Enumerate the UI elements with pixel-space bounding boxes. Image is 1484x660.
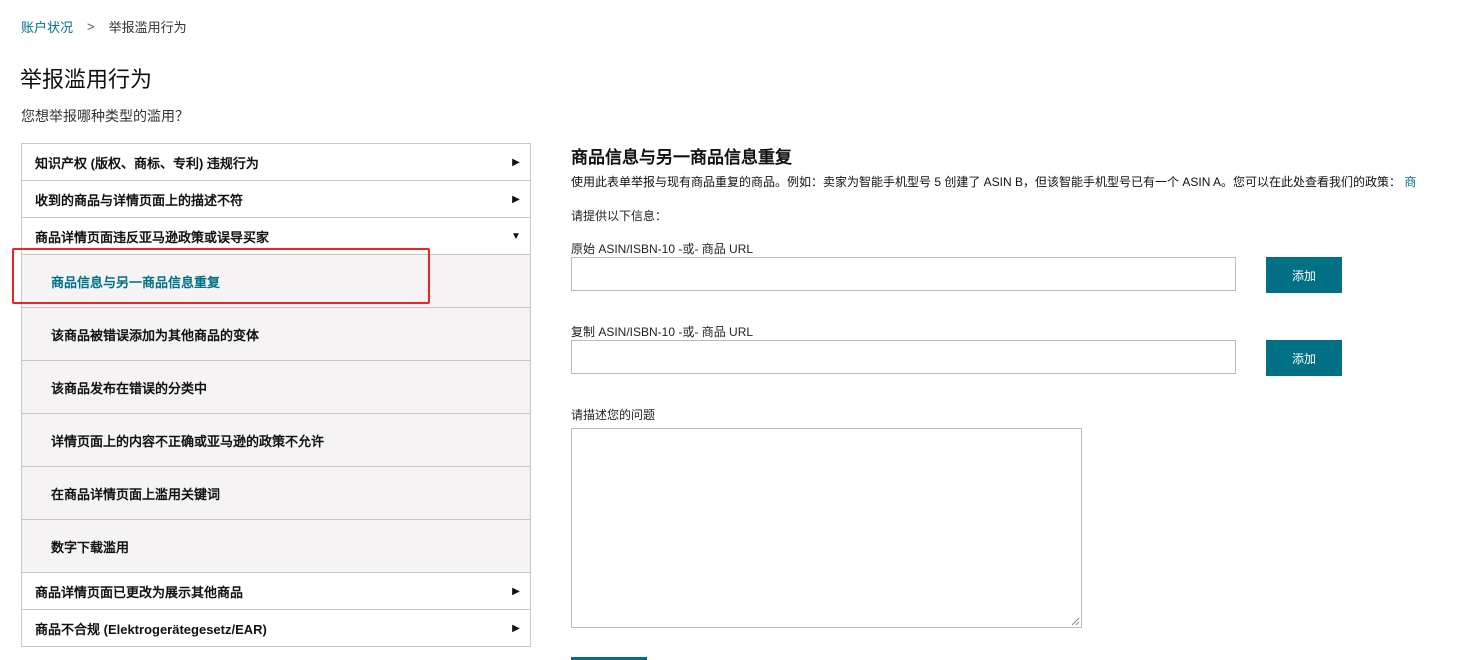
issue-description-label: 请描述您的问题 (571, 408, 656, 422)
menu-item-detail-page-policy[interactable]: 商品详情页面违反亚马逊政策或误导买家 ▼ (22, 218, 530, 255)
form-description-text: 使用此表单举报与现有商品重复的商品。例如：卖家为智能手机型号 5 创建了 ASI… (571, 175, 1402, 189)
menu-item-label: 知识产权 (版权、商标、专利) 违规行为 (35, 155, 259, 171)
expand-right-icon: ▶ (512, 585, 520, 597)
menu-item-page-changed[interactable]: 商品详情页面已更改为展示其他商品 ▶ (22, 573, 530, 610)
policy-link[interactable]: 商 (1404, 175, 1416, 189)
sub-item-incorrect-content[interactable]: 详情页面上的内容不正确或亚马逊的政策不允许 (22, 414, 530, 467)
resize-grip-icon[interactable] (1071, 617, 1080, 626)
menu-item-label: 商品详情页面违反亚马逊政策或误导买家 (35, 229, 270, 245)
menu-item-label: 商品不合规 (Elektrogerätegesetz/EAR) (35, 621, 267, 637)
breadcrumb-separator: > (87, 19, 95, 34)
menu-item-not-as-described[interactable]: 收到的商品与详情页面上的描述不符 ▶ (22, 181, 530, 218)
sub-item-digital-download-abuse[interactable]: 数字下载滥用 (22, 520, 530, 573)
issue-description-textarea[interactable] (571, 428, 1082, 628)
abuse-type-menu: 知识产权 (版权、商标、专利) 违规行为 ▶ 收到的商品与详情页面上的描述不符 … (21, 143, 531, 647)
menu-item-label: 收到的商品与详情页面上的描述不符 (35, 192, 244, 208)
menu-item-label: 商品详情页面已更改为展示其他商品 (35, 584, 244, 600)
add-duplicate-button[interactable]: 添加 (1266, 340, 1342, 376)
breadcrumb: 账户状况 > 举报滥用行为 (21, 17, 187, 36)
page-title: 举报滥用行为 (20, 67, 153, 92)
expand-right-icon: ▶ (512, 622, 520, 634)
page-subtitle: 您想举报哪种类型的滥用？ (21, 108, 189, 124)
form-prompt: 请提供以下信息： (571, 209, 668, 223)
breadcrumb-current: 举报滥用行为 (108, 20, 187, 35)
sub-item-duplicate-listing[interactable]: 商品信息与另一商品信息重复 (22, 255, 530, 308)
original-asin-input[interactable] (571, 257, 1236, 291)
duplicate-asin-input[interactable] (571, 340, 1236, 374)
form-title: 商品信息与另一商品信息重复 (571, 148, 792, 167)
add-original-button[interactable]: 添加 (1266, 257, 1342, 293)
original-asin-label: 原始 ASIN/ISBN-10 -或- 商品 URL (571, 242, 754, 256)
sub-item-wrong-category[interactable]: 该商品发布在错误的分类中 (22, 361, 530, 414)
duplicate-asin-label: 复制 ASIN/ISBN-10 -或- 商品 URL (571, 325, 754, 339)
sub-item-wrong-variation[interactable]: 该商品被错误添加为其他商品的变体 (22, 308, 530, 361)
form-description: 使用此表单举报与现有商品重复的商品。例如：卖家为智能手机型号 5 创建了 ASI… (571, 173, 1416, 190)
expand-right-icon: ▶ (512, 193, 520, 205)
breadcrumb-account-health-link[interactable]: 账户状况 (21, 17, 73, 36)
collapse-down-icon: ▼ (511, 230, 521, 242)
menu-item-ip-violation[interactable]: 知识产权 (版权、商标、专利) 违规行为 ▶ (22, 144, 530, 181)
sub-item-keyword-abuse[interactable]: 在商品详情页面上滥用关键词 (22, 467, 530, 520)
menu-item-non-compliant-ear[interactable]: 商品不合规 (Elektrogerätegesetz/EAR) ▶ (22, 610, 530, 647)
expand-right-icon: ▶ (512, 156, 520, 168)
